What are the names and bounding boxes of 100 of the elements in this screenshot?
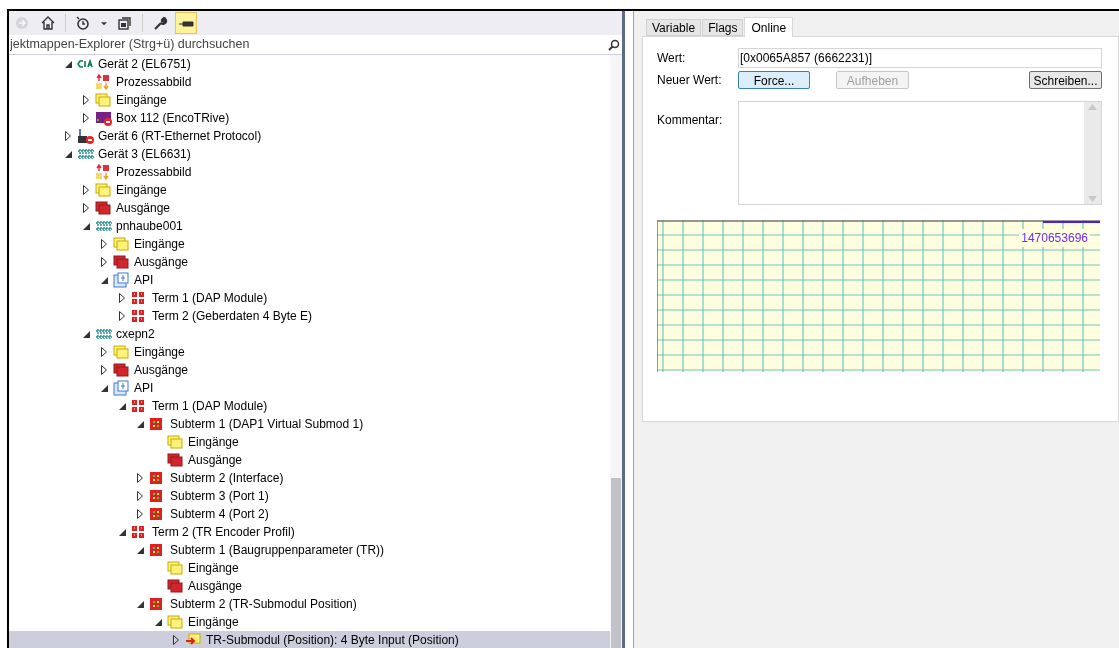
windows-icon[interactable] (117, 15, 133, 31)
expanded-arrow-icon[interactable] (100, 276, 108, 284)
tree-item[interactable]: Gerät 3 (EL6631) (9, 145, 610, 163)
collapsed-arrow-icon[interactable] (83, 113, 89, 123)
tree-item[interactable]: Eingänge (9, 433, 610, 451)
collapsed-arrow-icon[interactable] (173, 635, 179, 645)
outputs-icon (167, 453, 183, 467)
search-field[interactable]: jektmappen-Explorer (Strg+ü) durchsuchen (10, 35, 570, 54)
expanded-arrow-icon[interactable] (118, 528, 126, 536)
home-icon[interactable] (40, 15, 56, 31)
submodule-icon (149, 543, 163, 557)
clock-icon[interactable] (75, 15, 91, 31)
collapsed-arrow-icon[interactable] (137, 509, 143, 519)
tree-item[interactable]: Ausgänge (9, 253, 610, 271)
submodule-icon (149, 507, 163, 521)
inputs-icon (167, 435, 183, 449)
collapsed-arrow-icon[interactable] (65, 131, 71, 141)
module-icon (131, 525, 145, 539)
inputs-icon (113, 237, 129, 251)
module-icon (131, 309, 145, 323)
tree-item[interactable]: Subterm 4 (Port 2) (9, 505, 610, 523)
tree-item[interactable]: API (9, 379, 610, 397)
tree-item[interactable]: Prozessabbild (9, 163, 610, 181)
outputs-icon (167, 579, 183, 593)
tree-item[interactable]: API (9, 271, 610, 289)
tab[interactable]: Online (744, 17, 794, 37)
tree-item[interactable]: Subterm 2 (Interface) (9, 469, 610, 487)
comment-field[interactable] (738, 101, 1102, 205)
tree-item[interactable]: Eingänge (9, 343, 610, 361)
tree-item[interactable]: Term 1 (DAP Module) (9, 289, 610, 307)
tree-item[interactable]: Eingänge (9, 559, 610, 577)
expanded-arrow-icon[interactable] (82, 222, 90, 230)
expanded-arrow-icon[interactable] (82, 330, 90, 338)
expanded-arrow-icon[interactable] (136, 420, 144, 428)
tab[interactable]: Flags (702, 19, 744, 36)
tree-item[interactable]: Subterm 1 (Baugruppenparameter (TR)) (9, 541, 610, 559)
tab[interactable]: Variable (646, 19, 702, 36)
module-icon (131, 291, 145, 305)
expanded-arrow-icon[interactable] (64, 60, 72, 68)
value-field[interactable]: [0x0065A857 (6662231)] (738, 48, 1102, 68)
inputs-icon (95, 93, 111, 107)
api-icon (113, 380, 129, 396)
graph-reading: 1470653696 (1019, 229, 1090, 247)
splitter[interactable] (622, 11, 634, 648)
tree-item[interactable]: Subterm 2 (TR-Submodul Position) (9, 595, 610, 613)
tree-item[interactable]: Eingänge (9, 613, 610, 631)
scrollbar[interactable] (610, 55, 622, 648)
tree-item[interactable]: TR-Submodul (Position): 4 Byte Input (Position) (9, 631, 610, 648)
cia-logo-icon (77, 59, 95, 69)
api-icon (113, 272, 129, 288)
expanded-arrow-icon[interactable] (100, 384, 108, 392)
device-disabled-icon (77, 128, 95, 144)
expanded-arrow-icon[interactable] (64, 150, 72, 158)
tree-item[interactable]: Ausgänge (9, 451, 610, 469)
tree-item[interactable]: Ausgänge (9, 577, 610, 595)
expanded-arrow-icon[interactable] (136, 546, 144, 554)
inputs-icon (113, 345, 129, 359)
module-icon (131, 399, 145, 413)
search-icon[interactable] (607, 38, 621, 51)
tree-item[interactable]: pnhaube001 (9, 217, 610, 235)
tree-item[interactable]: Eingänge (9, 235, 610, 253)
collapsed-arrow-icon[interactable] (101, 239, 107, 249)
inputs-icon (95, 183, 111, 197)
tree-item[interactable]: Prozessabbild (9, 73, 610, 91)
submodule-icon (149, 597, 163, 611)
tree-item[interactable]: Subterm 3 (Port 1) (9, 487, 610, 505)
expanded-arrow-icon[interactable] (118, 402, 126, 410)
expanded-arrow-icon[interactable] (154, 618, 162, 626)
tree-item[interactable]: Ausgänge (9, 361, 610, 379)
collapsed-arrow-icon[interactable] (119, 311, 125, 321)
tree-item[interactable]: Gerät 6 (RT-Ethernet Protocol) (9, 127, 610, 145)
collapsed-arrow-icon[interactable] (101, 347, 107, 357)
wrench-icon[interactable] (152, 15, 168, 31)
box-icon (95, 110, 113, 126)
expanded-arrow-icon[interactable] (136, 600, 144, 608)
tree-item[interactable]: Box 112 (EncoTRive) (9, 109, 610, 127)
tree-item[interactable]: cxepn2 (9, 325, 610, 343)
collapsed-arrow-icon[interactable] (83, 185, 89, 195)
tree-item[interactable]: Subterm 1 (DAP1 Virtual Submod 1) (9, 415, 610, 433)
button[interactable]: Schreiben... (1029, 71, 1102, 89)
outputs-icon (113, 363, 129, 377)
collapsed-arrow-icon[interactable] (83, 95, 89, 105)
submodule-icon (149, 489, 163, 503)
collapsed-arrow-icon[interactable] (137, 473, 143, 483)
value-label: Wert: (657, 50, 687, 67)
tree-item[interactable]: Eingänge (9, 181, 610, 199)
tree-item[interactable]: Gerät 2 (EL6751) (9, 55, 610, 73)
collapsed-arrow-icon[interactable] (101, 365, 107, 375)
collapsed-arrow-icon[interactable] (83, 203, 89, 213)
submodule-icon (149, 417, 163, 431)
collapsed-arrow-icon[interactable] (119, 293, 125, 303)
collapsed-arrow-icon[interactable] (101, 257, 107, 267)
tree-item[interactable]: Eingänge (9, 91, 610, 109)
button[interactable]: Force... (738, 71, 810, 89)
network-device-icon (95, 328, 113, 340)
collapsed-arrow-icon[interactable] (137, 491, 143, 501)
tree-item[interactable]: Ausgänge (9, 199, 610, 217)
tree-item[interactable]: Term 2 (Geberdaten 4 Byte E) (9, 307, 610, 325)
tree-item[interactable]: Term 1 (DAP Module) (9, 397, 610, 415)
tree-item[interactable]: Term 2 (TR Encoder Profil) (9, 523, 610, 541)
